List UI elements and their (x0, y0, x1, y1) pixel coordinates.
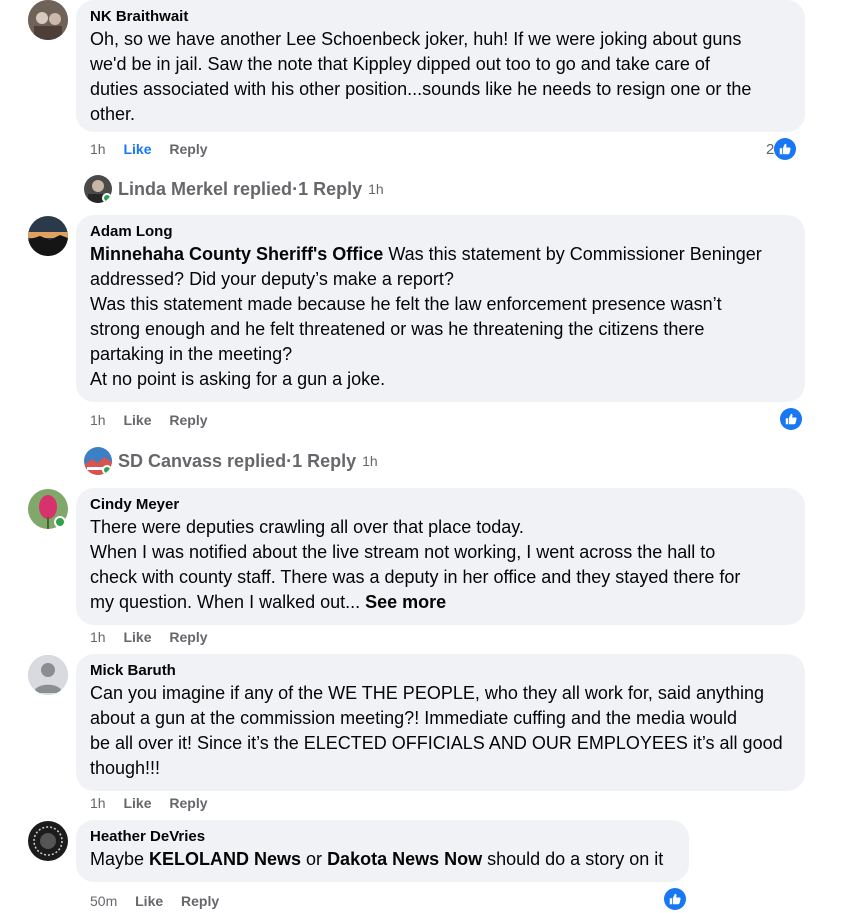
comment-time[interactable]: 1h (90, 629, 106, 645)
like-button[interactable]: Like (123, 141, 151, 157)
thumbs-up-icon (780, 408, 802, 430)
avatar[interactable] (28, 216, 68, 256)
online-status-dot (102, 465, 112, 475)
reply-button[interactable]: Reply (169, 629, 207, 645)
comment-author[interactable]: NK Braithwait (90, 8, 791, 26)
comment-line: other. (90, 104, 136, 124)
comment-line: my question. When I walked out... See mo… (90, 590, 791, 615)
online-status-dot (102, 193, 112, 203)
mention-link[interactable]: KELOLAND News (149, 849, 301, 869)
reply-thread-link[interactable]: SD Canvass replied · 1 Reply 1h (84, 446, 378, 476)
comment-line: When I was notified about the live strea… (90, 542, 716, 562)
reply-thread-count: 1 Reply (292, 450, 357, 471)
reply-button[interactable]: Reply (169, 412, 207, 428)
default-profile-icon (28, 655, 68, 695)
comment-line: check with county staff. There was a dep… (90, 567, 741, 587)
comment-author[interactable]: Mick Baruth (90, 662, 791, 680)
comment-text-part: Maybe (90, 849, 150, 869)
comment-line: about a gun at the commission meeting?! … (90, 708, 738, 728)
comment-line: Can you imagine if any of the WE THE PEO… (90, 683, 764, 703)
comment-bubble: Cindy Meyer There were deputies crawling… (76, 488, 805, 625)
comment-time[interactable]: 1h (90, 141, 106, 157)
avatar-logo-icon (28, 821, 68, 861)
avatar-photo-icon (28, 216, 68, 256)
comment-line: duties associated with his other positio… (90, 79, 752, 99)
comment-text: Minnehaha County Sheriff's Office Was th… (90, 242, 791, 392)
reply-button[interactable]: Reply (169, 795, 207, 811)
mention-link[interactable]: Dakota News Now (327, 849, 482, 869)
comment-line: addressed? Did your deputy’s make a repo… (90, 269, 454, 289)
avatar (84, 447, 112, 475)
thumbs-up-icon (664, 888, 686, 910)
reply-button[interactable]: Reply (181, 893, 219, 909)
reply-thread-count: 1 Reply (298, 178, 363, 199)
comment-line: Oh, so we have another Lee Schoenbeck jo… (90, 29, 742, 49)
comment-line: we'd be in jail. Saw the note that Kippl… (90, 54, 710, 74)
comment-actions: 1h Like Reply (90, 410, 222, 430)
comment-bubble: Heather DeVries Maybe KELOLAND News or D… (76, 820, 689, 882)
comment-line: though!!! (90, 758, 161, 778)
comment-time[interactable]: 1h (90, 412, 106, 428)
comment-text-part: should do a story on it (482, 849, 664, 869)
like-button[interactable]: Like (123, 795, 151, 811)
comment-text: Maybe KELOLAND News or Dakota News Now s… (90, 847, 675, 872)
reaction-summary[interactable] (780, 408, 802, 430)
comment-line: Minnehaha County Sheriff's Office Was th… (90, 242, 791, 267)
avatar (84, 175, 112, 203)
avatar-photo-icon (28, 0, 68, 40)
reply-button[interactable]: Reply (169, 141, 207, 157)
like-button[interactable]: Like (123, 629, 151, 645)
avatar[interactable] (28, 821, 68, 861)
reply-thread-time: 1h (368, 181, 384, 197)
comment-text: Oh, so we have another Lee Schoenbeck jo… (90, 27, 791, 127)
reaction-summary[interactable] (664, 888, 686, 910)
mention-link[interactable]: Minnehaha County Sheriff's Office (90, 244, 383, 264)
comment-text-part: or (301, 849, 328, 869)
comment-author[interactable]: Heather DeVries (90, 828, 675, 846)
reaction-summary[interactable]: 2 (766, 138, 797, 160)
comment-line: strong enough and he felt threatened or … (90, 319, 705, 339)
reply-thread-author: Linda Merkel replied (118, 178, 293, 199)
like-button[interactable]: Like (123, 412, 151, 428)
avatar[interactable] (28, 655, 68, 695)
comment-time[interactable]: 1h (90, 795, 106, 811)
comment-line: partaking in the meeting? (90, 344, 293, 364)
comment-actions: 1h Like Reply (90, 139, 222, 159)
comment-author[interactable]: Adam Long (90, 223, 791, 241)
comment-time[interactable]: 50m (90, 893, 117, 909)
avatar[interactable] (28, 0, 68, 40)
comment-text: Can you imagine if any of the WE THE PEO… (90, 681, 791, 781)
comment-text: There were deputies crawling all over th… (90, 515, 791, 615)
like-button[interactable]: Like (135, 893, 163, 909)
see-more-link[interactable]: See more (365, 592, 446, 612)
comment-bubble: NK Braithwait Oh, so we have another Lee… (76, 0, 805, 132)
reply-thread-time: 1h (362, 453, 378, 469)
reaction-count: 2 (766, 140, 775, 158)
comment-author[interactable]: Cindy Meyer (90, 496, 791, 514)
comment-bubble: Mick Baruth Can you imagine if any of th… (76, 654, 805, 791)
comment-actions: 1h Like Reply (90, 627, 222, 647)
comment-line: be all over it! Since it’s the ELECTED O… (90, 733, 783, 753)
comment-line-text: Was this statement by Commissioner Benin… (383, 244, 762, 264)
comment-line-text: my question. When I walked out... (90, 592, 366, 612)
comment-bubble: Adam Long Minnehaha County Sheriff's Off… (76, 215, 805, 402)
comment-actions: 50m Like Reply (90, 891, 233, 911)
thumbs-up-icon (774, 138, 797, 160)
comment-actions: 1h Like Reply (90, 793, 222, 813)
online-status-dot (54, 516, 66, 528)
comment-line: Was this statement made because he felt … (90, 294, 722, 314)
comment-line: At no point is asking for a gun a joke. (90, 369, 386, 389)
reply-thread-author: SD Canvass replied (118, 450, 287, 471)
reply-thread-link[interactable]: Linda Merkel replied · 1 Reply 1h (84, 174, 384, 204)
comment-line: There were deputies crawling all over th… (90, 517, 524, 537)
